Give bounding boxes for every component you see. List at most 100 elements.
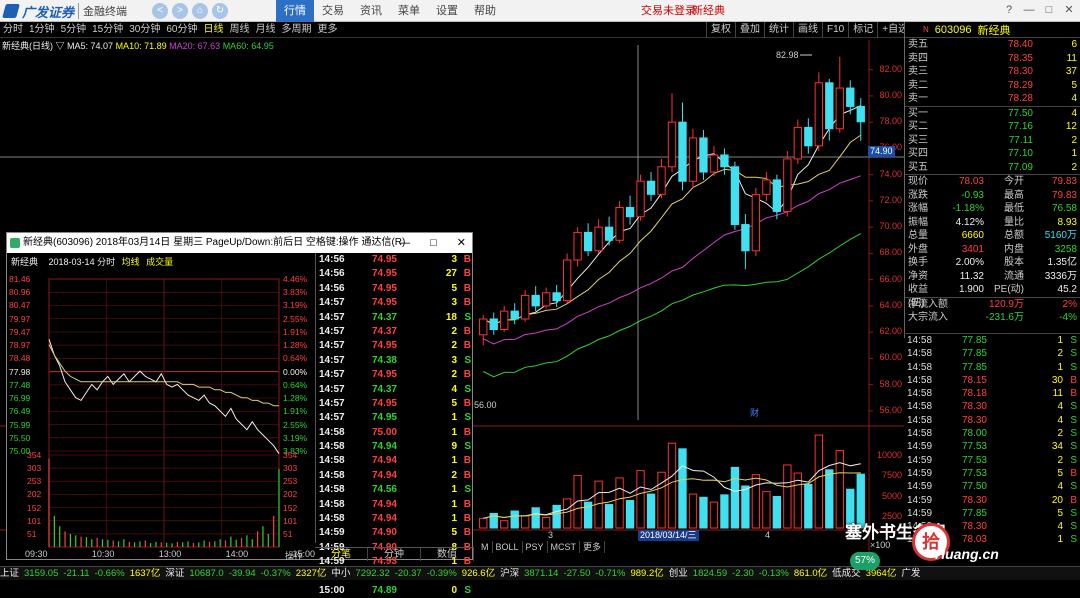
- forward-icon[interactable]: >: [172, 3, 188, 19]
- maximize-icon[interactable]: □: [1042, 3, 1056, 17]
- period-multi[interactable]: 多周期: [279, 22, 315, 38]
- popup-title-bar[interactable]: 新经典(603096) 2018年03月14日 星期三 PageUp/Down:…: [7, 233, 472, 253]
- menu-help[interactable]: 帮助: [466, 0, 504, 22]
- tab-ticks[interactable]: 分笔: [315, 548, 368, 561]
- candle: [856, 98, 865, 141]
- period-daily[interactable]: 日线: [201, 22, 227, 38]
- tab-minutes[interactable]: 分钟: [368, 548, 421, 561]
- low-label: 56.00: [474, 400, 497, 410]
- cpu-badge: 57%: [850, 552, 880, 570]
- tick-price: 78.30: [961, 414, 987, 426]
- tool-f10[interactable]: F10: [822, 22, 848, 38]
- help-icon[interactable]: ?: [1002, 3, 1016, 17]
- bid-row[interactable]: 买一 77.50 4: [905, 107, 1080, 121]
- level-price: 77.16: [1007, 121, 1033, 132]
- popup-close-icon[interactable]: ✕: [457, 233, 466, 253]
- trade-login-link[interactable]: 交易未登录: [641, 0, 696, 22]
- ask-row[interactable]: 卖三 78.30 37: [905, 65, 1080, 79]
- tick-volume: 27: [445, 268, 457, 280]
- tick-time: 14:59: [907, 441, 933, 453]
- menu-news[interactable]: 资讯: [352, 0, 390, 22]
- popup-tick-row: 15:00 74.89 0 S: [316, 584, 474, 598]
- period-weekly[interactable]: 周线: [227, 22, 253, 38]
- refresh-icon[interactable]: ↻: [212, 3, 228, 19]
- period-15min[interactable]: 15分钟: [89, 22, 126, 38]
- period-monthly[interactable]: 月线: [253, 22, 279, 38]
- volume-bar: [751, 474, 761, 529]
- period-1min[interactable]: 1分钟: [26, 22, 58, 38]
- time-label: 13:00: [158, 549, 182, 559]
- popup-maximize-icon[interactable]: □: [430, 233, 437, 253]
- tick-side: S: [1070, 481, 1077, 493]
- level-label: 买二: [908, 121, 928, 132]
- tick-price: 78.18: [961, 388, 987, 400]
- tick-volume: 1: [451, 513, 457, 525]
- tool-stats[interactable]: 统计: [764, 22, 793, 38]
- tab-values[interactable]: 数值: [421, 548, 474, 561]
- level-price: 77.09: [1007, 161, 1033, 173]
- popup-minimize-icon[interactable]: —: [399, 233, 410, 253]
- tick-time: 14:58: [907, 428, 933, 440]
- close-icon[interactable]: ✕: [1062, 3, 1076, 17]
- tick-volume: 4: [1057, 481, 1063, 493]
- tool-adjust[interactable]: 复权: [706, 22, 735, 38]
- level-volume: 12: [1065, 121, 1077, 132]
- tick-row: 14:58 78.15 30 B: [904, 374, 1080, 387]
- tick-price: 74.95: [371, 397, 397, 409]
- ask-row[interactable]: 卖四 78.35 11: [905, 52, 1080, 66]
- period-60min[interactable]: 60分钟: [163, 22, 200, 38]
- level-volume: 2: [1071, 134, 1077, 146]
- bid-row[interactable]: 买二 77.16 12: [905, 120, 1080, 134]
- pct-label: 0.00%: [283, 366, 308, 377]
- bid-row[interactable]: 买五 77.09 2: [905, 161, 1080, 175]
- status-item: 2327亿: [295, 568, 327, 579]
- tick-side: B: [463, 513, 471, 525]
- home-icon[interactable]: ⌂: [192, 3, 208, 19]
- bid-row[interactable]: 买四 77.10 1: [905, 147, 1080, 161]
- popup-ops-button[interactable]: 操作: [285, 549, 303, 562]
- period-30min[interactable]: 30分钟: [126, 22, 163, 38]
- tick-side: S: [464, 354, 471, 366]
- volume-axis-label: 7500: [882, 470, 902, 480]
- menu-trade[interactable]: 交易: [314, 0, 352, 22]
- tick-row: 14:59 77.53 2 S: [904, 454, 1080, 467]
- ask-row[interactable]: 卖二 78.29 5: [905, 79, 1080, 93]
- tick-side: S: [464, 441, 471, 453]
- period-5min[interactable]: 5分钟: [58, 22, 90, 38]
- ind-tab-more[interactable]: 更多: [580, 541, 606, 553]
- tick-price: 74.56: [371, 484, 397, 496]
- tick-time: 14:57: [319, 297, 345, 309]
- intraday-chart[interactable]: [7, 253, 315, 549]
- candle: [489, 312, 498, 335]
- vol-label: 202: [283, 489, 298, 500]
- menu-settings[interactable]: 设置: [428, 0, 466, 22]
- tool-draw[interactable]: 画线: [793, 22, 822, 38]
- menu-menu[interactable]: 菜单: [390, 0, 428, 22]
- candle: [709, 145, 719, 176]
- bid-row[interactable]: 买三 77.11 2: [905, 134, 1080, 148]
- tool-mark[interactable]: 标记: [848, 22, 877, 38]
- tool-overlay[interactable]: 叠加: [735, 22, 764, 38]
- period-tick[interactable]: 分时: [0, 22, 26, 38]
- month-marker: 4: [765, 530, 770, 540]
- volume-bar: [479, 517, 488, 529]
- status-item: -27.50: [563, 568, 591, 579]
- price-axis-label: 62.00: [879, 326, 902, 337]
- intraday-popup-window[interactable]: 新经典(603096) 2018年03月14日 星期三 PageUp/Down:…: [6, 232, 474, 596]
- ask-row[interactable]: 卖一 78.28 4: [905, 92, 1080, 106]
- menu-quotes[interactable]: 行情: [276, 0, 314, 22]
- ind-tab-mcst[interactable]: MCST: [548, 541, 581, 553]
- ind-tab-m[interactable]: M: [478, 541, 493, 553]
- tick-volume: 5: [1057, 507, 1063, 519]
- minimize-icon[interactable]: —: [1022, 3, 1036, 17]
- back-icon[interactable]: <: [152, 3, 168, 19]
- ask-row[interactable]: 卖五 78.40 6: [905, 38, 1080, 52]
- ind-tab-psy[interactable]: PSY: [523, 541, 548, 553]
- vol-label: 51: [283, 528, 293, 539]
- price-axis-label: 56.00: [879, 404, 902, 415]
- stat-label: 量比: [1004, 216, 1024, 228]
- tick-time: 14:57: [319, 354, 345, 366]
- ind-tab-boll[interactable]: BOLL: [493, 541, 523, 553]
- period-more[interactable]: 更多: [315, 22, 341, 38]
- tick-side: B: [463, 426, 471, 438]
